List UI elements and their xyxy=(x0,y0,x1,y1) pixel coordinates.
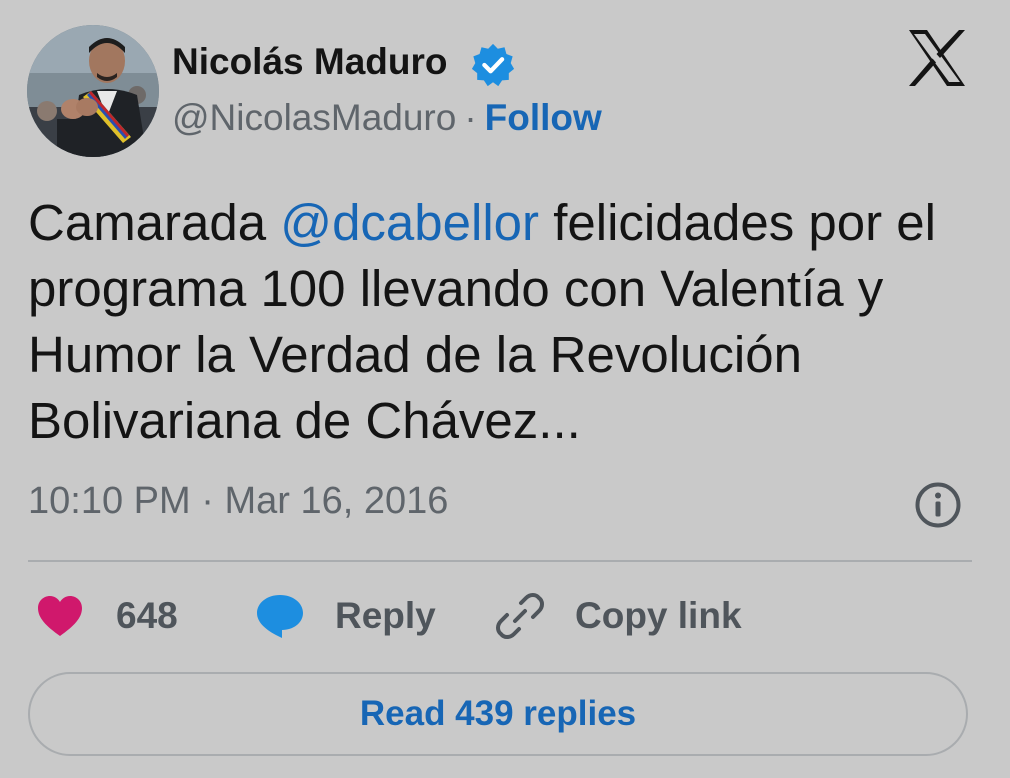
tweet-date: Mar 16, 2016 xyxy=(224,480,449,522)
info-icon[interactable] xyxy=(914,481,962,529)
separator-dot: · xyxy=(201,480,214,522)
link-icon xyxy=(496,593,544,639)
read-replies-button[interactable]: Read 439 replies xyxy=(28,672,968,756)
heart-icon xyxy=(38,596,82,636)
like-count: 648 xyxy=(116,595,178,636)
author-handle[interactable]: @NicolasMaduro xyxy=(172,97,456,138)
avatar-photo xyxy=(27,25,159,157)
copy-link-label: Copy link xyxy=(575,595,742,636)
reply-label: Reply xyxy=(335,595,436,636)
tweet-text-part: Camarada xyxy=(28,194,281,251)
like-button[interactable]: 648 xyxy=(36,588,178,644)
avatar[interactable] xyxy=(27,25,159,157)
handle-row: @NicolasMaduro · Follow xyxy=(172,96,602,140)
x-logo-icon[interactable] xyxy=(905,28,969,88)
copy-link-button[interactable]: Copy link xyxy=(495,588,742,644)
author-name[interactable]: Nicolás Maduro xyxy=(172,40,448,84)
tweet-text: Camarada @dcabellor felicidades por el p… xyxy=(28,190,988,454)
speech-bubble-icon xyxy=(257,595,303,638)
tweet-time: 10:10 PM xyxy=(28,480,191,522)
tweet-embed-card: Nicolás Maduro @NicolasMaduro · Follow Cam… xyxy=(0,0,1010,778)
follow-link[interactable]: Follow xyxy=(485,97,602,138)
timestamp[interactable]: 10:10 PM · Mar 16, 2016 xyxy=(28,478,448,524)
separator-dot: · xyxy=(464,97,477,138)
verified-badge-icon xyxy=(471,43,515,87)
divider xyxy=(28,560,972,562)
reply-button[interactable]: Reply xyxy=(255,588,436,644)
mention-link[interactable]: @dcabellor xyxy=(280,194,539,251)
